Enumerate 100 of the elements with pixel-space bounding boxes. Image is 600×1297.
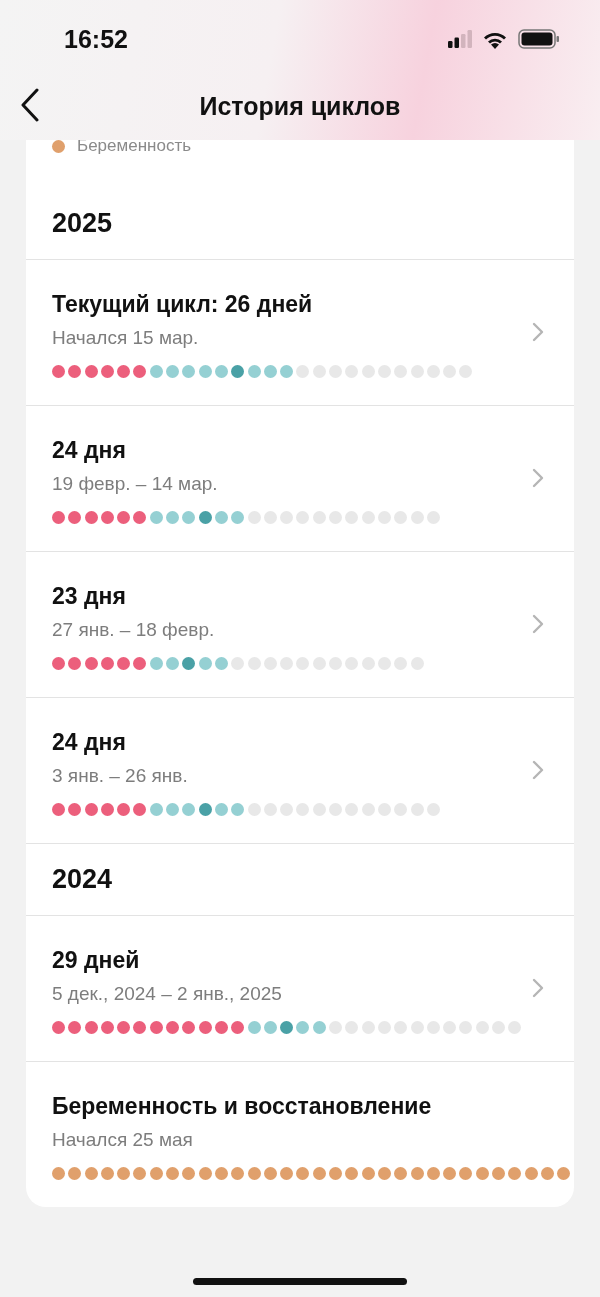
pregnancy-day-dot bbox=[508, 1167, 522, 1180]
cycle-title: Текущий цикл: 26 дней bbox=[52, 291, 313, 318]
period-day-dot bbox=[100, 365, 114, 378]
pregnancy-day-dot bbox=[443, 1167, 457, 1180]
pregnancy-day-dot bbox=[426, 1167, 440, 1180]
period-day-dot bbox=[52, 657, 65, 670]
pregnancy-day-dot bbox=[361, 1167, 375, 1180]
fertile-day-dot bbox=[166, 511, 180, 524]
fertile-day-dot bbox=[263, 365, 277, 378]
pregnancy-day-dot bbox=[410, 1167, 424, 1180]
period-day-dot bbox=[52, 803, 65, 816]
fertile-day-dot bbox=[198, 365, 212, 378]
fertile-day-dot bbox=[214, 511, 228, 524]
period-day-dot bbox=[68, 657, 82, 670]
period-day-dot bbox=[84, 803, 98, 816]
period-day-dot bbox=[133, 365, 147, 378]
fertile-day-dot bbox=[312, 1021, 326, 1034]
cycle-dates: 27 янв. – 18 февр. bbox=[52, 619, 215, 641]
period-day-dot bbox=[117, 803, 131, 816]
pregnancy-day-dot bbox=[377, 1167, 391, 1180]
fertile-day-dot bbox=[214, 365, 228, 378]
pregnancy-day-dot bbox=[100, 1167, 114, 1180]
cycle-title: Беременность и восстановление bbox=[52, 1093, 432, 1120]
period-day-dot bbox=[133, 511, 147, 524]
fertile-day-dot bbox=[247, 1021, 261, 1034]
period-day-dot bbox=[117, 511, 131, 524]
ovulation-day-dot bbox=[198, 803, 212, 816]
fertile-day-dot bbox=[182, 511, 196, 524]
period-day-dot bbox=[68, 365, 82, 378]
chevron-icon[interactable] bbox=[532, 614, 544, 634]
period-day-dot bbox=[214, 1021, 228, 1034]
chevron-icon[interactable] bbox=[532, 322, 544, 342]
fertile-day-dot bbox=[149, 803, 163, 816]
period-day-dot bbox=[84, 657, 98, 670]
chevron-icon[interactable] bbox=[532, 760, 544, 780]
cycle-title: 29 дней bbox=[52, 947, 140, 974]
pregnancy-day-dot bbox=[492, 1167, 505, 1180]
pregnancy-day-dot bbox=[524, 1167, 538, 1180]
pregnancy-day-dot bbox=[540, 1167, 554, 1180]
pregnancy-day-dot bbox=[133, 1167, 147, 1180]
cycle-title: 23 дня bbox=[52, 583, 126, 610]
chevron-icon[interactable] bbox=[532, 468, 544, 488]
period-day-dot bbox=[100, 803, 114, 816]
pregnancy-day-dot bbox=[394, 1167, 408, 1180]
pregnancy-day-dot bbox=[182, 1167, 196, 1180]
period-day-dot bbox=[100, 511, 114, 524]
battery-icon bbox=[518, 29, 560, 49]
period-day-dot bbox=[182, 1021, 196, 1034]
period-day-dot bbox=[133, 803, 147, 816]
period-day-dot bbox=[52, 365, 65, 378]
pregnancy-day-dot bbox=[231, 1167, 245, 1180]
ovulation-day-dot bbox=[231, 365, 245, 378]
pregnancy-day-dot bbox=[475, 1167, 489, 1180]
period-day-dot bbox=[149, 1021, 163, 1034]
year-heading: 2024 bbox=[26, 844, 574, 916]
period-day-dot bbox=[68, 511, 82, 524]
pregnancy-day-dot bbox=[263, 1167, 277, 1180]
cycle-dates: 19 февр. – 14 мар. bbox=[52, 473, 218, 495]
period-day-dot bbox=[84, 1021, 98, 1034]
pregnancy-day-dot bbox=[214, 1167, 228, 1180]
pregnancy-day-dot bbox=[166, 1167, 180, 1180]
pregnancy-day-dot bbox=[247, 1167, 261, 1180]
fertile-day-dot bbox=[166, 803, 180, 816]
year-heading: 2025 bbox=[26, 188, 574, 260]
pregnancy-day-dot bbox=[312, 1167, 326, 1180]
status-time: 16:52 bbox=[64, 24, 128, 54]
period-day-dot bbox=[84, 511, 98, 524]
pregnancy-day-dot bbox=[198, 1167, 212, 1180]
fertile-day-dot bbox=[280, 365, 294, 378]
ovulation-day-dot bbox=[182, 657, 196, 670]
chevron-icon[interactable] bbox=[532, 978, 544, 998]
fertile-day-dot bbox=[198, 657, 212, 670]
pregnancy-day-dot bbox=[84, 1167, 98, 1180]
cycle-dates: Начался 25 мая bbox=[52, 1129, 193, 1151]
period-day-dot bbox=[231, 1021, 245, 1034]
pregnancy-day-dot bbox=[557, 1167, 571, 1180]
fertile-day-dot bbox=[166, 365, 180, 378]
fertile-day-dot bbox=[149, 365, 163, 378]
pregnancy-day-dot bbox=[117, 1167, 131, 1180]
pregnancy-day-dot bbox=[296, 1167, 310, 1180]
period-day-dot bbox=[52, 511, 65, 524]
period-day-dot bbox=[133, 657, 147, 670]
pregnancy-day-dot bbox=[149, 1167, 163, 1180]
fertile-day-dot bbox=[149, 657, 163, 670]
period-day-dot bbox=[68, 1021, 82, 1034]
fertile-day-dot bbox=[149, 511, 163, 524]
fertile-day-dot bbox=[247, 365, 261, 378]
period-day-dot bbox=[100, 657, 114, 670]
pregnancy-day-dot bbox=[52, 1167, 65, 1180]
period-day-dot bbox=[198, 1021, 212, 1034]
legend-label: Беременность bbox=[77, 140, 192, 156]
fertile-day-dot bbox=[214, 657, 228, 670]
pregnancy-day-dot bbox=[345, 1167, 359, 1180]
pregnancy-day-dot bbox=[329, 1167, 343, 1180]
cycle-dates: 5 дек., 2024 – 2 янв., 2025 bbox=[52, 983, 282, 1005]
fertile-day-dot bbox=[231, 803, 245, 816]
period-day-dot bbox=[68, 803, 82, 816]
fertile-day-dot bbox=[182, 365, 196, 378]
period-day-dot bbox=[117, 1021, 131, 1034]
ovulation-day-dot bbox=[280, 1021, 294, 1034]
